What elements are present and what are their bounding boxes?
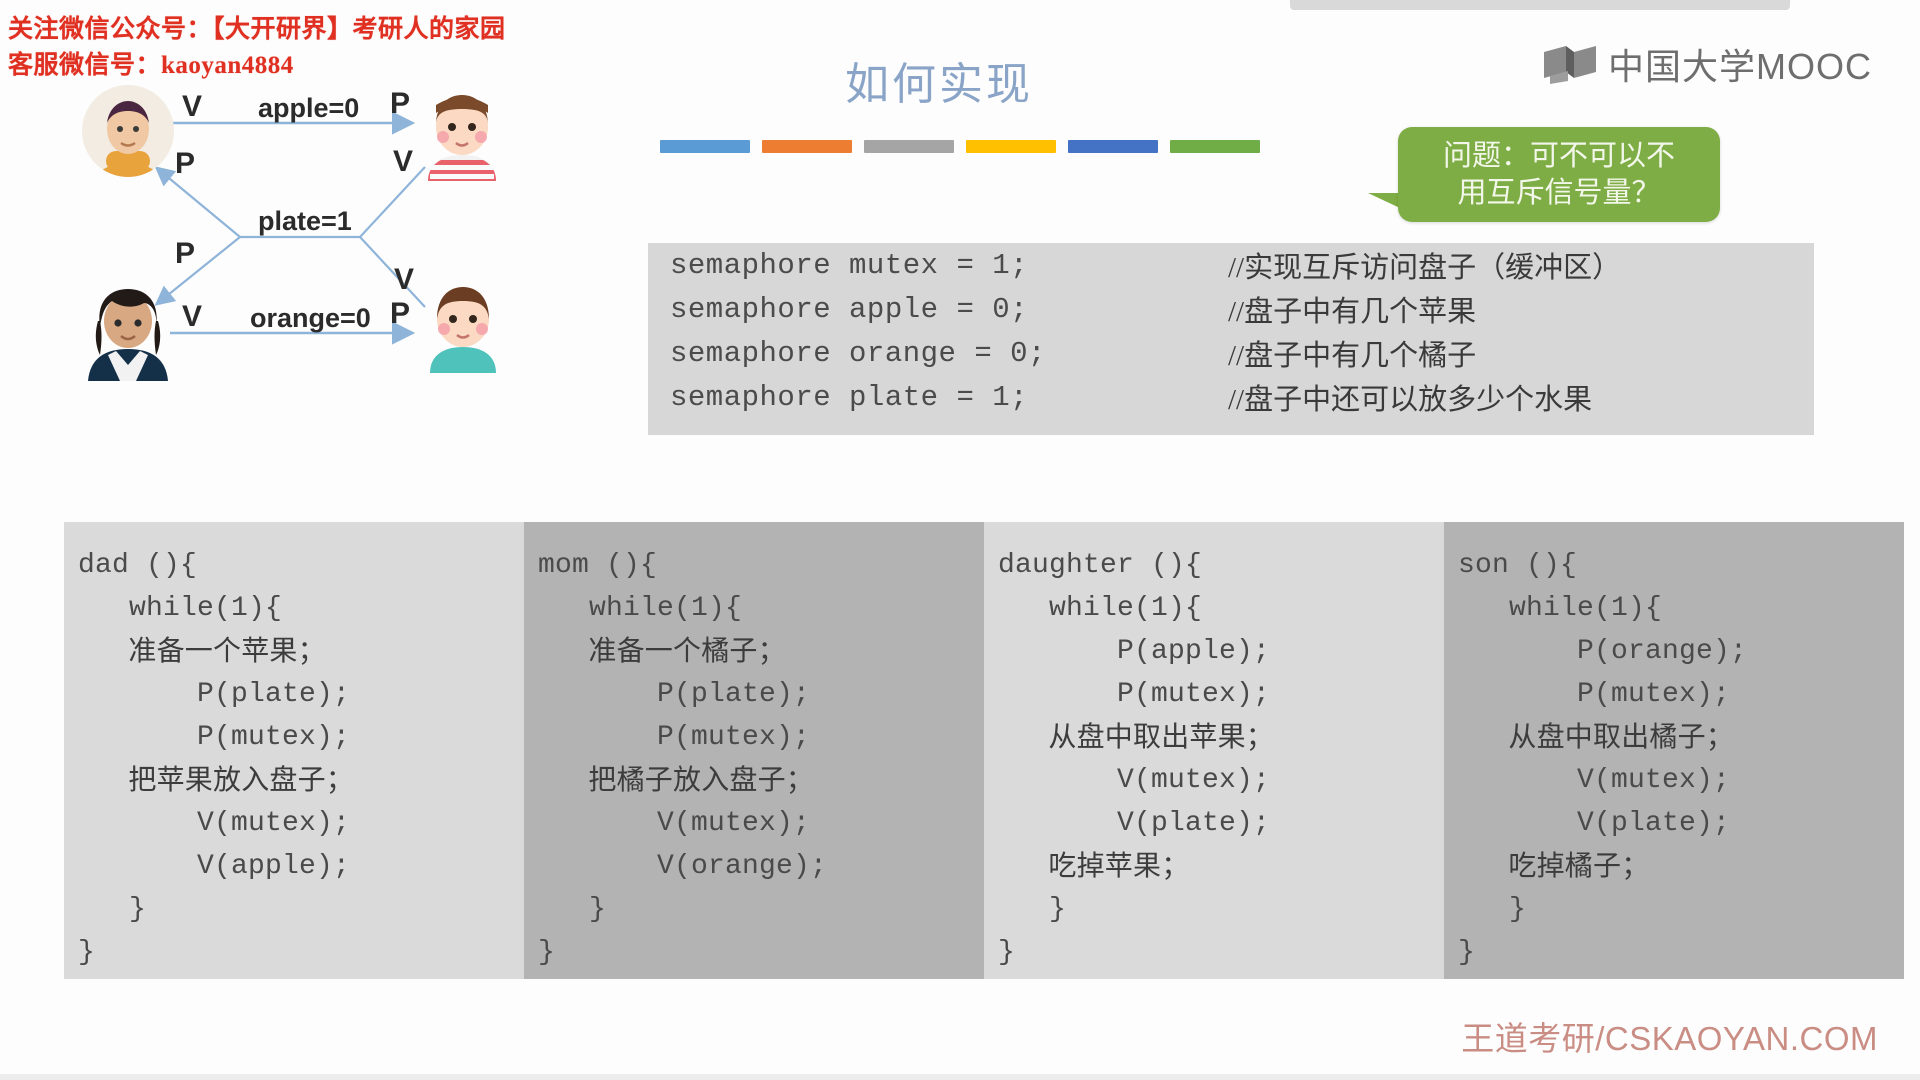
semaphore-row: semaphore mutex = 1; //实现互斥访问盘子（缓冲区）	[648, 243, 1814, 287]
code-line: V(mutex);	[998, 765, 1271, 796]
code-line: }	[538, 937, 556, 968]
color-bar-2	[762, 140, 852, 153]
code-line: P(apple);	[998, 636, 1271, 667]
diagram-label-orange: orange=0	[250, 303, 371, 333]
semaphore-comment: //实现互斥访问盘子（缓冲区）	[1228, 252, 1622, 284]
mom-avatar	[80, 281, 176, 381]
top-toolbar-strip	[1290, 0, 1790, 10]
producer-consumer-diagram: V apple=0 P P V plate=1 P V V orange=0 P	[60, 85, 580, 475]
slide-canvas: 关注微信公众号：【大开研界】考研人的家园 客服微信号：kaoyan4884 中国…	[0, 0, 1920, 1080]
diagram-label-p-lower-left: P	[175, 237, 196, 270]
diagram-label-v-upper-right: V	[393, 145, 414, 178]
callout-line-2: 用互斥信号量？	[1457, 176, 1661, 209]
semaphore-row: semaphore apple = 0; //盘子中有几个苹果	[648, 287, 1814, 331]
color-bar-3	[864, 140, 954, 153]
code-line: while(1){	[78, 593, 283, 624]
code-line: }	[78, 894, 147, 925]
code-line: 吃掉苹果；	[998, 851, 1190, 882]
code-line: while(1){	[1458, 593, 1663, 624]
diagram-label-p-upper-left: P	[175, 147, 196, 180]
color-bar-1	[660, 140, 750, 153]
code-line: P(mutex);	[1458, 679, 1731, 710]
diagram-label-p-bottom-right: P	[390, 297, 411, 330]
callout-line-1: 问题：可不可以不	[1442, 139, 1675, 172]
diagram-label-plate: plate=1	[258, 206, 352, 236]
code-line: }	[1458, 937, 1476, 968]
code-line: 把橘子放入盘子；	[538, 765, 815, 796]
code-line: P(plate);	[538, 679, 811, 710]
semaphore-declaration-block: semaphore mutex = 1; //实现互斥访问盘子（缓冲区） sem…	[648, 243, 1814, 435]
code-line: 吃掉橘子；	[1458, 851, 1650, 882]
semaphore-comment: //盘子中还可以放多少个水果	[1228, 384, 1593, 416]
semaphore-code: semaphore plate = 1;	[670, 380, 1029, 414]
mooc-logo-text: 中国大学MOOC	[1608, 46, 1872, 87]
code-panels: dad (){ while(1){ 准备一个苹果； P(plate); P(mu…	[64, 522, 1904, 979]
semaphore-code: semaphore mutex = 1;	[670, 248, 1029, 282]
code-line: P(mutex);	[78, 722, 351, 753]
watermark-line-1: 关注微信公众号：【大开研界】考研人的家园	[8, 16, 506, 43]
code-line: V(mutex);	[538, 808, 811, 839]
panel-daughter: daughter (){ while(1){ P(apple); P(mutex…	[984, 522, 1444, 979]
code-line: while(1){	[538, 593, 743, 624]
panel-mom: mom (){ while(1){ 准备一个橘子； P(plate); P(mu…	[524, 522, 984, 979]
page-title: 如何实现	[845, 60, 1033, 109]
diagram-label-v-lower-right: V	[394, 263, 415, 296]
panel-son: son (){ while(1){ P(orange); P(mutex); 从…	[1444, 522, 1904, 979]
diagram-label-v-top: V	[182, 90, 203, 123]
callout-tail	[1368, 193, 1402, 209]
watermark: 关注微信公众号：【大开研界】考研人的家园 客服微信号：kaoyan4884	[8, 12, 528, 85]
semaphore-code: semaphore orange = 0;	[670, 336, 1046, 370]
title-color-bars	[660, 140, 1260, 153]
code-line: }	[1458, 894, 1527, 925]
code-line: 把苹果放入盘子；	[78, 765, 355, 796]
color-bar-5	[1068, 140, 1158, 153]
color-bar-6	[1170, 140, 1260, 153]
code-line: mom (){	[538, 550, 658, 581]
footer-brand: 王道考研/CSKAOYAN.COM	[1461, 1020, 1878, 1057]
code-line: V(plate);	[998, 808, 1271, 839]
watermark-line-2: 客服微信号：kaoyan4884	[8, 52, 294, 80]
semaphore-comment: //盘子中有几个苹果	[1228, 296, 1477, 328]
code-line: 从盘中取出橘子；	[1458, 722, 1735, 753]
code-line: 从盘中取出苹果；	[998, 722, 1275, 753]
code-line: V(mutex);	[78, 808, 351, 839]
daughter-avatar	[418, 85, 506, 181]
son-avatar	[420, 277, 506, 373]
code-line: }	[538, 894, 607, 925]
callout-text: 问题：可不可以不 用互斥信号量？	[1431, 138, 1687, 211]
code-line: P(orange);	[1458, 636, 1748, 667]
code-line: P(mutex);	[538, 722, 811, 753]
mooc-logo: 中国大学MOOC	[1544, 38, 1872, 90]
code-line: 准备一个橘子；	[538, 636, 786, 667]
code-line: V(mutex);	[1458, 765, 1731, 796]
code-line: }	[78, 937, 96, 968]
code-line: 准备一个苹果；	[78, 636, 326, 667]
bottom-divider	[0, 1074, 1920, 1080]
code-line: V(orange);	[538, 851, 828, 882]
semaphore-comment: //盘子中有几个橘子	[1228, 340, 1477, 372]
diagram-label-apple: apple=0	[258, 93, 360, 123]
code-line: V(plate);	[1458, 808, 1731, 839]
diagram-label-v-bottom: V	[182, 300, 203, 333]
dad-avatar	[82, 85, 174, 177]
color-bar-4	[966, 140, 1056, 153]
code-line: P(mutex);	[998, 679, 1271, 710]
book-logo-icon	[1544, 44, 1596, 84]
code-line: while(1){	[998, 593, 1203, 624]
code-line: V(apple);	[78, 851, 351, 882]
panel-dad: dad (){ while(1){ 准备一个苹果； P(plate); P(mu…	[64, 522, 524, 979]
semaphore-code: semaphore apple = 0;	[670, 292, 1029, 326]
semaphore-row: semaphore plate = 1; //盘子中还可以放多少个水果	[648, 375, 1814, 419]
question-callout: 问题：可不可以不 用互斥信号量？	[1398, 127, 1720, 222]
code-line: }	[998, 937, 1016, 968]
diagram-label-p-top-right: P	[390, 87, 411, 120]
code-line: P(plate);	[78, 679, 351, 710]
code-line: son (){	[1458, 550, 1578, 581]
semaphore-row: semaphore orange = 0; //盘子中有几个橘子	[648, 331, 1814, 375]
code-line: dad (){	[78, 550, 198, 581]
code-line: }	[998, 894, 1067, 925]
code-line: daughter (){	[998, 550, 1203, 581]
